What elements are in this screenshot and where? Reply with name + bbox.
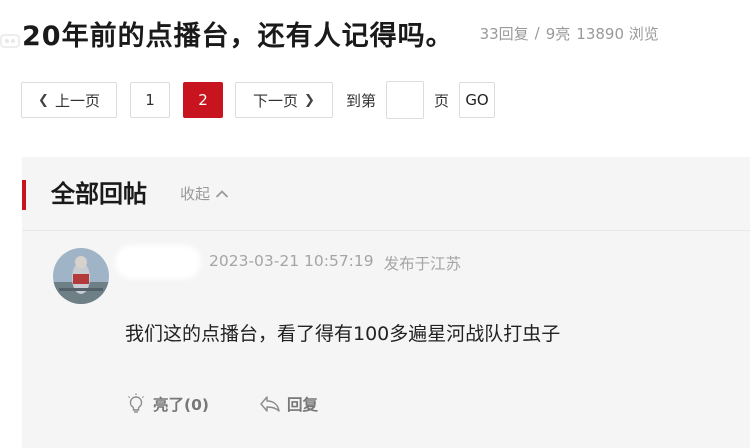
reply-arrow-icon (260, 396, 280, 412)
goto-prefix-label: 到第 (346, 91, 377, 110)
go-button[interactable]: GO (459, 82, 496, 118)
section-title: 全部回帖 (51, 180, 147, 208)
like-button[interactable]: 亮了(0) (125, 393, 209, 415)
collapse-button[interactable]: 收起 (180, 183, 229, 205)
chevron-right-icon: ❯ (304, 92, 315, 108)
page-button-2-current[interactable]: 2 (183, 82, 223, 118)
post-actions: 亮了(0) 回复 (125, 393, 318, 415)
reply-label: 回复 (286, 396, 318, 414)
prev-page-button[interactable]: ❮ 上一页 (21, 82, 117, 118)
goto-suffix-label: 页 (434, 91, 450, 110)
pagination: ❮ 上一页 1 2 下一页 ❯ 到第 页 GO (21, 81, 496, 119)
thread-header: 20年前的点播台，还有人记得吗。 33回复 / 9亮 13890 浏览 (22, 10, 659, 56)
watermark-logo-icon (0, 34, 20, 48)
next-page-button[interactable]: 下一页 ❯ (235, 82, 333, 118)
post-content: 我们这的点播台，看了得有100多遍星河战队打虫子 (125, 323, 561, 345)
goto-page-input[interactable] (386, 81, 425, 119)
avatar-image (53, 248, 109, 304)
username-redacted (115, 245, 201, 279)
collapse-label: 收起 (180, 185, 211, 203)
post-timestamp: 2023-03-21 10:57:19 (209, 252, 374, 270)
thread-stats: 33回复 / 9亮 13890 浏览 (480, 23, 659, 44)
post-location: 发布于江苏 (383, 255, 462, 273)
chevron-left-icon: ❮ (38, 92, 49, 108)
next-page-label: 下一页 (253, 91, 299, 110)
replies-section: 全部回帖 收起 2023-03-21 10:57:19 发布于江苏 我们这的点播… (22, 157, 750, 448)
view-count: 13890 浏览 (576, 24, 659, 43)
reply-button[interactable]: 回复 (259, 393, 318, 415)
lightbulb-icon (128, 393, 144, 413)
section-accent-bar (22, 180, 26, 210)
post-meta: 2023-03-21 10:57:19 发布于江苏 (209, 252, 461, 274)
page-title: 20年前的点播台，还有人记得吗。 (22, 20, 454, 52)
prev-page-label: 上一页 (54, 91, 100, 110)
stats-separator: / (534, 24, 540, 42)
avatar[interactable] (53, 248, 109, 304)
like-label: 亮了(0) (153, 396, 209, 414)
chevron-up-icon (215, 190, 229, 198)
section-header: 全部回帖 收起 (22, 157, 750, 231)
light-count: 9亮 (545, 24, 571, 43)
reply-count: 33回复 (479, 24, 529, 43)
page-button-1[interactable]: 1 (130, 82, 170, 118)
